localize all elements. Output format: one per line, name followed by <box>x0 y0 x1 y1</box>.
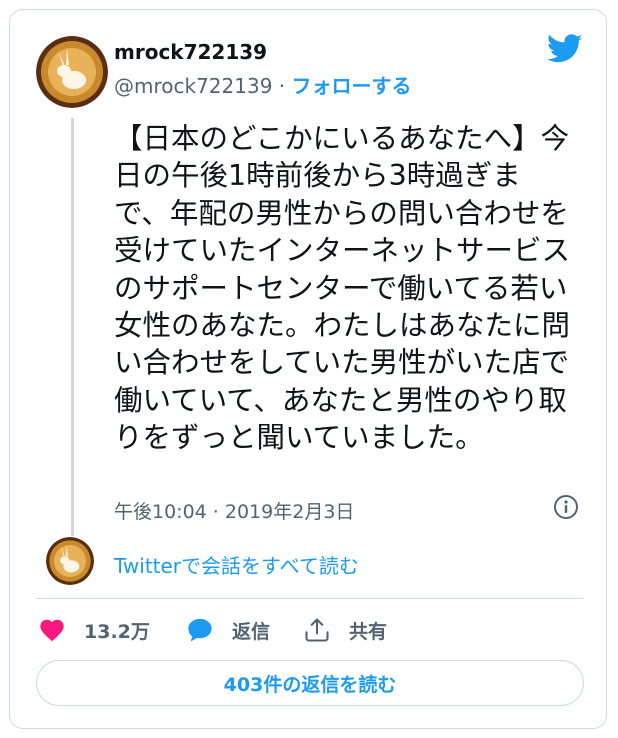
read-conversation-link[interactable]: Twitterで会話をすべて読む <box>114 550 359 579</box>
reply-label: 返信 <box>232 620 271 643</box>
like-button[interactable]: 13.2万 <box>38 615 150 645</box>
heart-icon <box>40 619 64 642</box>
avatar[interactable] <box>36 36 108 108</box>
reply-button[interactable]: 返信 <box>186 615 270 645</box>
thread-line <box>71 118 74 536</box>
speech-bubble-icon <box>188 618 212 642</box>
read-replies-button[interactable]: 403件の返信を読む <box>36 660 584 706</box>
info-icon[interactable] <box>553 494 579 520</box>
like-count: 13.2万 <box>84 620 150 643</box>
separator-dot: · <box>278 74 286 98</box>
timestamp[interactable]: 午後10:04 · 2019年2月3日 <box>114 497 354 524</box>
share-button[interactable]: 共有 <box>303 615 387 645</box>
tweet-text: 【日本のどこかにいるあなたへ】今日の午後1時前後から3時過ぎまで、年配の男性から… <box>114 122 571 455</box>
divider <box>36 598 584 599</box>
share-label: 共有 <box>349 620 388 643</box>
avatar-small[interactable] <box>46 537 94 585</box>
handle[interactable]: @mrock722139 <box>114 74 272 98</box>
tweet-card: mrock722139 @mrock722139 · フォローする 【日本のどこ… <box>9 9 607 729</box>
share-icon <box>305 618 329 642</box>
handle-row: @mrock722139 · フォローする <box>114 70 412 99</box>
twitter-bird-icon[interactable] <box>547 34 583 64</box>
follow-link[interactable]: フォローする <box>292 74 412 98</box>
display-name[interactable]: mrock722139 <box>114 40 267 64</box>
